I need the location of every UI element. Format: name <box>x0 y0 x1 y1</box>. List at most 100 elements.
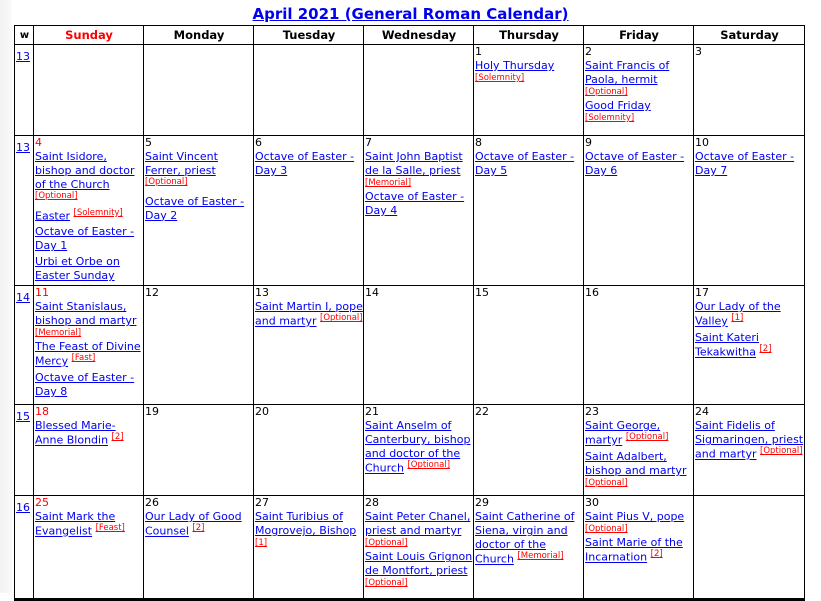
event-link[interactable]: Saint Kateri Tekakwitha <box>695 331 759 359</box>
event-link[interactable]: Saint Pius V, pope <box>585 510 684 523</box>
event-link[interactable]: Octave of Easter - Day 3 <box>255 150 354 177</box>
rank-link[interactable]: [Optional] <box>320 313 363 323</box>
rank-link[interactable]: [Optional] <box>760 446 803 456</box>
day-number: 15 <box>475 286 489 300</box>
week-number-link[interactable]: 15 <box>16 410 30 423</box>
week-number-link[interactable]: 13 <box>16 50 30 63</box>
day-cell-friday: 9 Octave of Easter - Day 6 <box>583 134 694 287</box>
rank-link[interactable]: [2] <box>192 523 204 533</box>
event-link[interactable]: Saint Peter Chanel, priest and martyr <box>365 510 470 537</box>
week-number-link[interactable]: 16 <box>16 501 30 514</box>
event-link[interactable]: Saint Adalbert, bishop and martyr <box>585 450 686 477</box>
rank-link[interactable]: [Optional] <box>407 460 450 470</box>
rank-link[interactable]: [Optional] <box>626 432 669 442</box>
rank-badge: [Optional] <box>585 524 693 534</box>
event-link[interactable]: Good Friday <box>585 99 651 112</box>
event-link[interactable]: Octave of Easter - Day 2 <box>145 195 244 222</box>
rank-badge: [2] <box>759 344 771 354</box>
rank-link[interactable]: [Solemnity] <box>585 113 634 123</box>
day-cell-tuesday: 13 Saint Martin I, pope and martyr [Optio… <box>253 285 364 406</box>
rank-link[interactable]: [Solemnity] <box>74 208 123 218</box>
calendar-table: w Sunday Monday Tuesday Wednesday Thursd… <box>14 25 805 601</box>
calendar-event: Saint Stanislaus, bishop and martyr [Memo… <box>35 300 143 338</box>
calendar-event: Good Friday [Solemnity] <box>585 99 693 123</box>
event-link[interactable]: Octave of Easter - Day 8 <box>35 371 134 398</box>
rank-link[interactable]: [1] <box>731 313 743 323</box>
rank-badge: [Optional] <box>320 313 363 323</box>
event-link[interactable]: Octave of Easter - Day 1 <box>35 225 134 252</box>
rank-link[interactable]: [Optional] <box>145 177 188 187</box>
rank-link[interactable]: [Memorial] <box>517 551 563 561</box>
calendar-event: Saint Vincent Ferrer, priest [Optional] <box>145 150 253 193</box>
rank-link[interactable]: [Optional] <box>585 524 628 534</box>
calendar-event: Octave of Easter - Day 4 <box>365 190 473 218</box>
rank-badge: [Memorial] <box>35 328 143 338</box>
calendar-event: Holy Thursday [Solemnity] <box>475 59 583 83</box>
rank-link[interactable]: [Feast] <box>96 523 125 533</box>
calendar-event: Our Lady of Good Counsel [2] <box>145 510 253 539</box>
rank-link[interactable]: [Optional] <box>35 191 78 201</box>
day-cell-saturday: 17 Our Lady of the Valley [1] Saint Kateri… <box>693 285 805 406</box>
rank-link[interactable]: [Optional] <box>365 578 408 588</box>
event-link[interactable]: Octave of Easter - Day 7 <box>695 150 794 177</box>
event-link[interactable]: Easter <box>35 209 70 222</box>
event-link[interactable]: Saint Louis Grignon de Montfort, priest <box>365 550 472 577</box>
day-cell-sunday: 18 Blessed Marie-Anne Blondin [2] <box>33 404 144 497</box>
day-number: 4 <box>35 136 42 149</box>
day-number: 16 <box>585 286 599 300</box>
rank-link[interactable]: [Optional] <box>585 87 628 97</box>
header-friday: Friday <box>583 25 694 45</box>
rank-link[interactable]: [Fast] <box>72 353 96 363</box>
day-number: 6 <box>255 136 262 149</box>
day-number: 8 <box>475 136 482 149</box>
rank-link[interactable]: [Memorial] <box>35 328 81 338</box>
event-link[interactable]: Octave of Easter - Day 6 <box>585 150 684 177</box>
header-sunday: Sunday <box>33 25 144 45</box>
day-cell-thursday: 22 <box>473 404 584 497</box>
week-number-cell: 14 <box>14 285 34 406</box>
rank-link[interactable]: [Optional] <box>365 538 408 548</box>
calendar-title-link[interactable]: April 2021 (General Roman Calendar) <box>252 5 568 23</box>
event-link[interactable]: Holy Thursday <box>475 59 554 72</box>
day-cell-sunday: 4 Saint Isidore, bishop and doctor of the… <box>33 134 144 287</box>
day-number: 12 <box>145 286 159 300</box>
day-number: 3 <box>695 45 702 58</box>
rank-link[interactable]: [Solemnity] <box>475 73 524 83</box>
calendar-event: Saint Catherine of Siena, virgin and doc… <box>475 510 583 567</box>
event-link[interactable]: Octave of Easter - Day 4 <box>365 190 464 217</box>
rank-badge: [Feast] <box>96 523 125 533</box>
rank-link[interactable]: [Optional] <box>585 478 628 488</box>
day-number: 24 <box>695 405 709 419</box>
day-cell-saturday: 10 Octave of Easter - Day 7 <box>693 134 805 287</box>
day-cell-monday <box>143 44 254 136</box>
day-cell-tuesday: 27 Saint Turibius of Mogrovejo, Bishop [1] <box>253 495 364 601</box>
rank-link[interactable]: [2] <box>651 549 663 559</box>
event-link[interactable]: Urbi et Orbe on Easter Sunday <box>35 255 120 282</box>
calendar-event: Saint John Baptist de la Salle, priest [M… <box>365 150 473 188</box>
event-link[interactable]: Octave of Easter - Day 5 <box>475 150 574 177</box>
day-cell-saturday: 24 Saint Fidelis of Sigmaringen, priest a… <box>693 404 805 497</box>
event-link[interactable]: Saint Marie of the Incarnation <box>585 536 683 564</box>
event-link[interactable]: Saint Francis of Paola, hermit <box>585 59 669 86</box>
calendar-event: Saint Marie of the Incarnation [2] <box>585 536 693 565</box>
calendar-event: Saint Kateri Tekakwitha [2] <box>695 331 804 360</box>
rank-badge: [Optional] <box>145 177 188 187</box>
event-link[interactable]: Saint Isidore, bishop and doctor of the … <box>35 150 134 191</box>
week-number-link[interactable]: 13 <box>16 141 30 154</box>
calendar-event: Octave of Easter - Day 2 <box>145 195 253 223</box>
rank-link[interactable]: [Memorial] <box>365 178 411 188</box>
rank-badge: [2] <box>192 523 204 533</box>
header-thursday: Thursday <box>473 25 584 45</box>
event-link[interactable]: Saint John Baptist de la Salle, priest <box>365 150 463 177</box>
event-link[interactable]: Blessed Marie-Anne Blondin <box>35 419 116 447</box>
event-link[interactable]: Saint Vincent Ferrer, priest <box>145 150 218 177</box>
event-link[interactable]: Saint Turibius of Mogrovejo, Bishop <box>255 510 356 537</box>
rank-link[interactable]: [2] <box>759 344 771 354</box>
day-cell-monday: 12 <box>143 285 254 406</box>
week-number-link[interactable]: 14 <box>16 291 30 304</box>
rank-link[interactable]: [2] <box>112 432 124 442</box>
rank-badge: [Optional] <box>365 538 473 548</box>
rank-link[interactable]: [1] <box>255 538 267 548</box>
header-row: w Sunday Monday Tuesday Wednesday Thursd… <box>14 25 805 45</box>
event-link[interactable]: Saint Stanislaus, bishop and martyr <box>35 300 136 327</box>
